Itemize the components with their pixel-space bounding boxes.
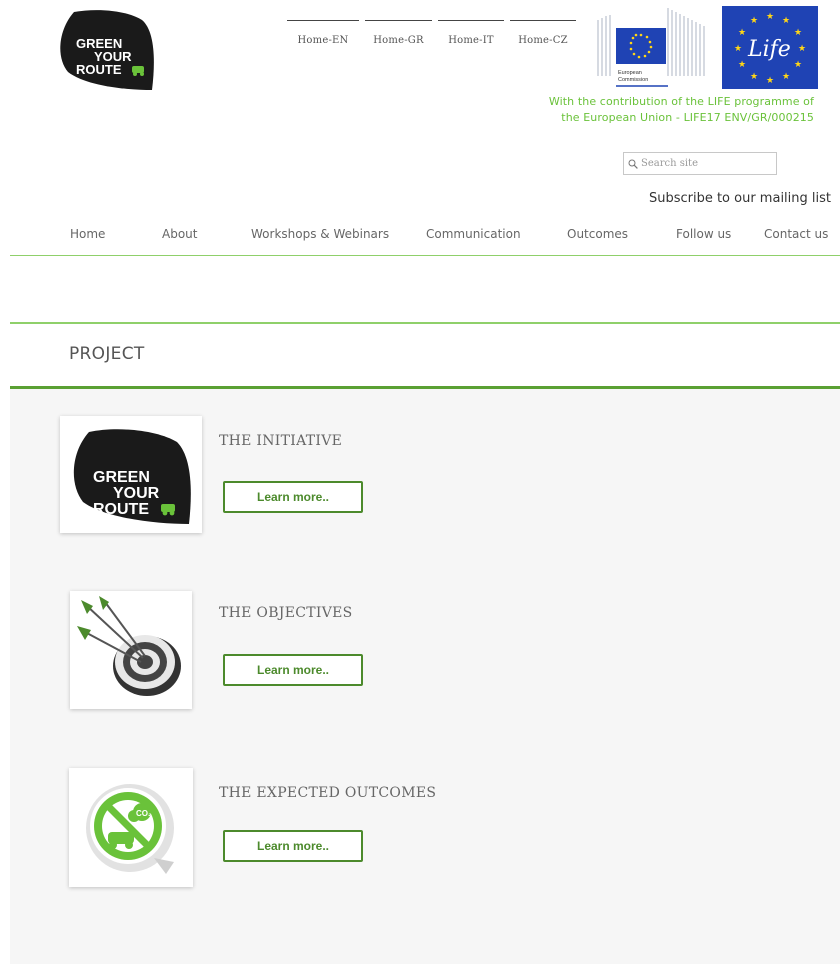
svg-text:★: ★ xyxy=(798,44,806,54)
svg-text:★: ★ xyxy=(738,60,746,70)
svg-text:★: ★ xyxy=(734,44,742,54)
svg-text:★: ★ xyxy=(794,28,802,38)
svg-text:CO₂: CO₂ xyxy=(136,809,152,818)
european-commission-logo[interactable]: European Commission xyxy=(596,6,706,92)
thumb-logo-line2: YOUR xyxy=(113,485,160,502)
eu-flag xyxy=(616,28,666,64)
thumb-logo-line3: ROUTE xyxy=(93,501,149,518)
search-icon xyxy=(628,159,638,169)
card-title: THE INITIATIVE xyxy=(219,433,343,449)
logo-line3: ROUTE xyxy=(76,62,122,77)
contribution-line1: With the contribution of the LIFE progra… xyxy=(548,95,814,108)
language-nav: Home-EN Home-GR Home-IT Home-CZ xyxy=(287,20,582,56)
card-title: THE EXPECTED OUTCOMES xyxy=(219,785,437,801)
content-area: GREEN YOUR ROUTE THE INITIATIVE Learn mo… xyxy=(10,389,840,964)
nav-item-home[interactable]: Home xyxy=(70,227,105,241)
life-programme-logo[interactable]: ★ ★ ★ ★ ★ ★ ★ ★ ★ ★ ★ ★ Life xyxy=(722,6,818,89)
nav-item-workshops-webinars[interactable]: Workshops & Webinars xyxy=(251,227,389,241)
nav-item-outcomes[interactable]: Outcomes xyxy=(567,227,628,241)
main-nav: Home About Workshops & Webinars Communic… xyxy=(10,214,840,256)
lang-link-gr[interactable]: Home-GR xyxy=(365,20,432,56)
contribution-note: With the contribution of the LIFE progra… xyxy=(500,94,814,126)
search-input[interactable] xyxy=(641,158,771,169)
leaf-logo-graphic: GREEN YOUR ROUTE xyxy=(60,10,154,90)
lang-link-en[interactable]: Home-EN xyxy=(287,20,359,56)
life-logo-graphic: ★ ★ ★ ★ ★ ★ ★ ★ ★ ★ ★ ★ Life xyxy=(722,6,818,89)
ec-logo-graphic: European Commission xyxy=(597,8,705,87)
nav-item-communication[interactable]: Communication xyxy=(426,227,521,241)
life-text: Life xyxy=(747,37,791,62)
svg-text:★: ★ xyxy=(750,72,758,82)
svg-text:★: ★ xyxy=(794,60,802,70)
card-title: THE OBJECTIVES xyxy=(219,605,353,621)
lang-link-cz[interactable]: Home-CZ xyxy=(510,20,576,56)
svg-text:★: ★ xyxy=(782,16,790,26)
search-box[interactable] xyxy=(623,152,777,175)
contribution-line2: the European Union - LIFE17 ENV/GR/00021… xyxy=(561,111,814,124)
card-thumbnail[interactable] xyxy=(70,591,192,709)
nav-item-contact-us[interactable]: Contact us xyxy=(764,227,828,241)
target-arrows-icon xyxy=(77,596,181,696)
page-title: PROJECT xyxy=(69,344,145,364)
nav-item-follow-us[interactable]: Follow us xyxy=(676,227,731,241)
ec-text-line1: European xyxy=(618,70,642,76)
ec-text-line2: Commission xyxy=(618,77,648,83)
lang-link-it[interactable]: Home-IT xyxy=(438,20,504,56)
learn-more-button[interactable]: Learn more.. xyxy=(223,830,363,862)
thumb-logo-line1: GREEN xyxy=(93,469,150,486)
no-co2-car-icon: CO₂ xyxy=(86,783,174,874)
nav-item-about[interactable]: About xyxy=(162,227,197,241)
subscribe-link[interactable]: Subscribe to our mailing list xyxy=(649,191,831,206)
svg-text:★: ★ xyxy=(766,12,774,22)
learn-more-button[interactable]: Learn more.. xyxy=(223,481,363,513)
svg-text:★: ★ xyxy=(750,16,758,26)
learn-more-button[interactable]: Learn more.. xyxy=(223,654,363,686)
site-logo[interactable]: GREEN YOUR ROUTE xyxy=(56,6,158,92)
page-title-band: PROJECT xyxy=(10,322,840,389)
svg-text:★: ★ xyxy=(782,72,790,82)
green-your-route-logo: GREEN YOUR ROUTE xyxy=(73,428,191,524)
card-thumbnail[interactable]: CO₂ xyxy=(69,768,193,887)
svg-text:★: ★ xyxy=(766,76,774,86)
card-thumbnail[interactable]: GREEN YOUR ROUTE xyxy=(60,416,202,533)
svg-text:★: ★ xyxy=(738,28,746,38)
